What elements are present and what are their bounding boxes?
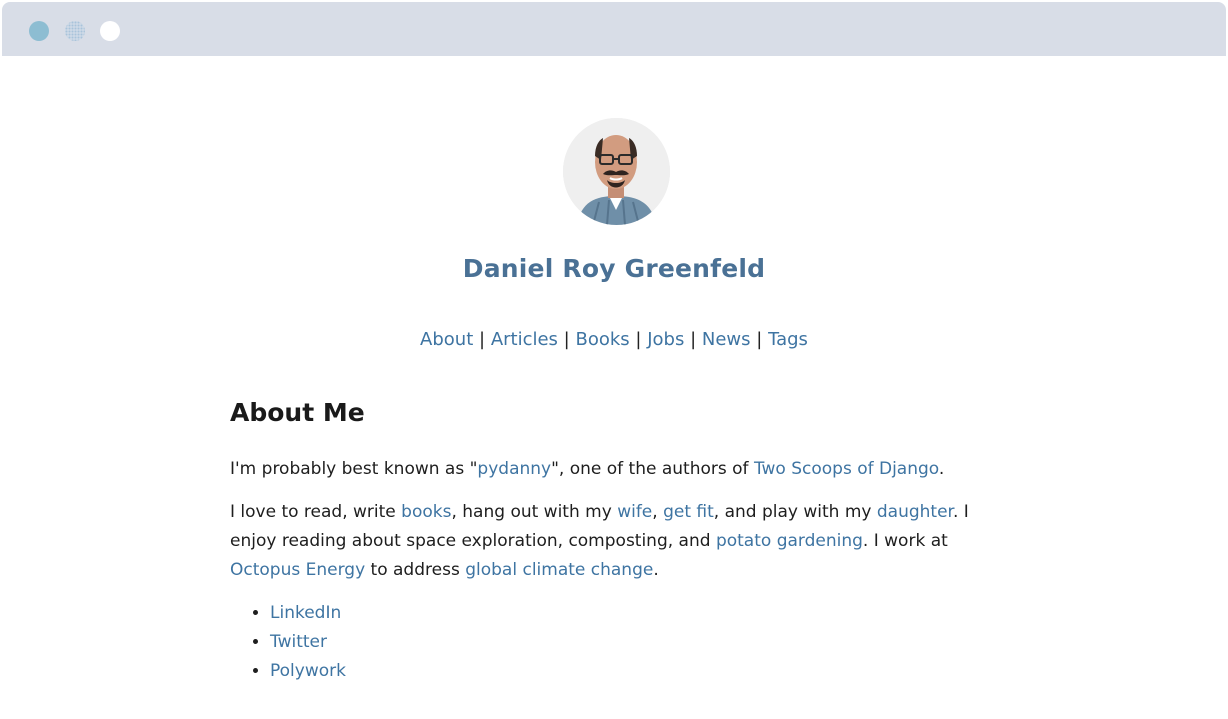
wife-link[interactable]: wife — [617, 502, 652, 522]
intro-paragraph: I'm probably best known as "pydanny", on… — [230, 455, 1010, 484]
avatar-portrait-icon — [563, 118, 670, 225]
close-window-button[interactable] — [29, 21, 49, 41]
two-scoops-link[interactable]: Two Scoops of Django — [754, 459, 939, 479]
main-content: About Me I'm probably best known as "pyd… — [230, 398, 1010, 686]
nav-link-about[interactable]: About — [420, 329, 473, 350]
maximize-window-button[interactable] — [100, 21, 120, 41]
polywork-link[interactable]: Polywork — [270, 661, 346, 681]
list-item: LinkedIn — [270, 599, 1010, 628]
main-nav: About | Articles | Books | Jobs | News |… — [0, 329, 1228, 350]
text: ", one of the authors of — [551, 459, 754, 479]
nav-link-jobs[interactable]: Jobs — [647, 329, 684, 350]
text: , and play with my — [713, 502, 877, 522]
site-title[interactable]: Daniel Roy Greenfeld — [0, 254, 1228, 283]
text: . — [938, 459, 945, 479]
nav-link-articles[interactable]: Articles — [491, 329, 558, 350]
text: , — [652, 502, 664, 522]
minimize-window-button[interactable] — [65, 21, 85, 41]
page-content: Daniel Roy Greenfeld About | Articles | … — [0, 56, 1228, 719]
browser-window: Daniel Roy Greenfeld About | Articles | … — [0, 0, 1228, 719]
window-titlebar — [2, 2, 1226, 56]
twitter-link[interactable]: Twitter — [270, 632, 327, 652]
list-item: Twitter — [270, 628, 1010, 657]
bio-paragraph: I love to read, write books, hang out wi… — [230, 498, 1010, 585]
nav-separator: | — [635, 329, 642, 350]
linkedin-link[interactable]: LinkedIn — [270, 603, 341, 623]
nav-separator: | — [479, 329, 486, 350]
pydanny-link[interactable]: pydanny — [477, 459, 551, 479]
social-links-list: LinkedIn Twitter Polywork — [230, 599, 1010, 686]
octopus-energy-link[interactable]: Octopus Energy — [230, 560, 365, 580]
avatar — [563, 118, 670, 225]
list-item: Polywork — [270, 657, 1010, 686]
text: I love to read, write — [230, 502, 402, 522]
nav-separator: | — [563, 329, 570, 350]
nav-separator: | — [756, 329, 763, 350]
nav-link-tags[interactable]: Tags — [768, 329, 808, 350]
daughter-link[interactable]: daughter — [877, 502, 953, 522]
climate-change-link[interactable]: global climate change — [465, 560, 653, 580]
text: , hang out with my — [451, 502, 618, 522]
text: . I work at — [862, 531, 948, 551]
potato-gardening-link[interactable]: potato gardening — [716, 531, 863, 551]
text: . — [653, 560, 659, 580]
get-fit-link[interactable]: get fit — [663, 502, 714, 522]
text: I'm probably best known as " — [230, 459, 478, 479]
books-link[interactable]: books — [401, 502, 451, 522]
page-heading: About Me — [230, 398, 365, 427]
nav-link-news[interactable]: News — [702, 329, 751, 350]
nav-separator: | — [690, 329, 697, 350]
text: to address — [365, 560, 466, 580]
nav-link-books[interactable]: Books — [575, 329, 629, 350]
